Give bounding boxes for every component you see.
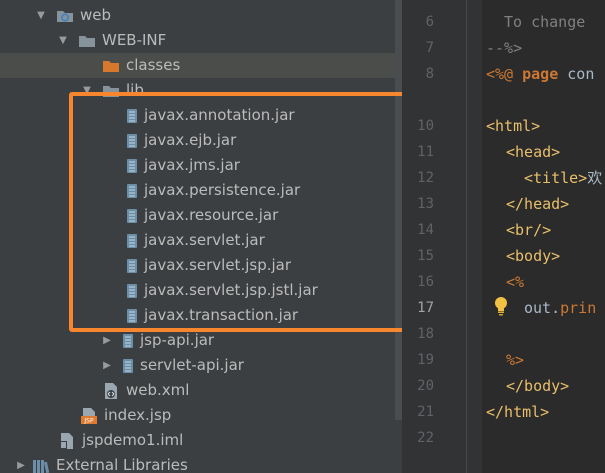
tree-item-web-inf[interactable]: ▼ WEB-INF [0,28,402,53]
orange-folder-icon [102,59,120,73]
line-number: 10 [417,118,434,134]
code-line: <%@ page con [486,65,595,83]
code-line: </html> [486,403,550,421]
line-number: 13 [417,196,434,212]
tree-item-web[interactable]: ▼ web [0,3,402,28]
libraries-icon [32,458,50,473]
line-number: 19 [417,352,434,368]
code-line: out.prin [524,299,597,317]
line-number: 8 [425,66,434,82]
web-folder-icon [56,9,74,23]
line-number: 22 [417,430,434,446]
chevron-down-icon[interactable]: ▼ [34,10,48,21]
line-number: 7 [425,40,434,56]
line-number: 21 [417,404,434,420]
chevron-right-icon[interactable]: ▶ [14,460,28,471]
tree-item-classes[interactable]: classes [0,53,402,78]
code-line: </body> [506,377,570,395]
svg-text:JSP: JSP [83,417,94,424]
code-line: <html> [486,117,541,135]
code-line: <head> [506,143,561,161]
code-line: <br/> [506,221,552,239]
tree-item-index-jsp[interactable]: JSP index.jsp [0,403,402,428]
code-line: <body> [506,247,561,265]
chevron-down-icon[interactable]: ▼ [56,35,70,46]
xml-file-icon [102,382,120,400]
jar-icon [122,333,134,349]
editor-gutter: 6 7 8 10 11 12 13 14 15 16 17 18 19 20 2… [402,0,482,473]
tree-item-iml[interactable]: jspdemo1.iml [0,428,402,453]
line-number: 12 [417,170,434,186]
tree-item-web-xml[interactable]: web.xml [0,378,402,403]
lightbulb-icon[interactable] [493,296,509,320]
tree-item-external-libraries[interactable]: ▶ External Libraries [0,453,402,473]
code-line: <title>欢 [524,169,603,187]
jsp-file-icon: JSP [80,407,98,425]
line-number: 20 [417,378,434,394]
code-line: To change [504,13,586,31]
line-number: 15 [417,248,434,264]
jar-icon [122,358,134,374]
line-number-current: 17 [417,300,434,316]
chevron-right-icon[interactable]: ▶ [100,335,114,346]
tree-item-servlet-api[interactable]: ▶ servlet-api.jar [0,353,402,378]
fold-guide [466,0,467,473]
code-line: <% [506,273,525,291]
code-editor[interactable]: To change --%> <%@ page con <html> <head… [482,0,605,473]
iml-file-icon [58,432,76,450]
folder-icon [78,34,96,48]
code-line: --%> [486,39,523,57]
line-number: 6 [425,14,434,30]
line-number: 11 [417,144,434,160]
chevron-right-icon[interactable]: ▶ [100,360,114,371]
line-number: 14 [417,222,434,238]
highlight-annotation-box [69,92,429,332]
code-line: %> [506,351,525,369]
code-line: </head> [506,195,570,213]
line-number: 16 [417,274,434,290]
line-number: 18 [417,326,434,342]
